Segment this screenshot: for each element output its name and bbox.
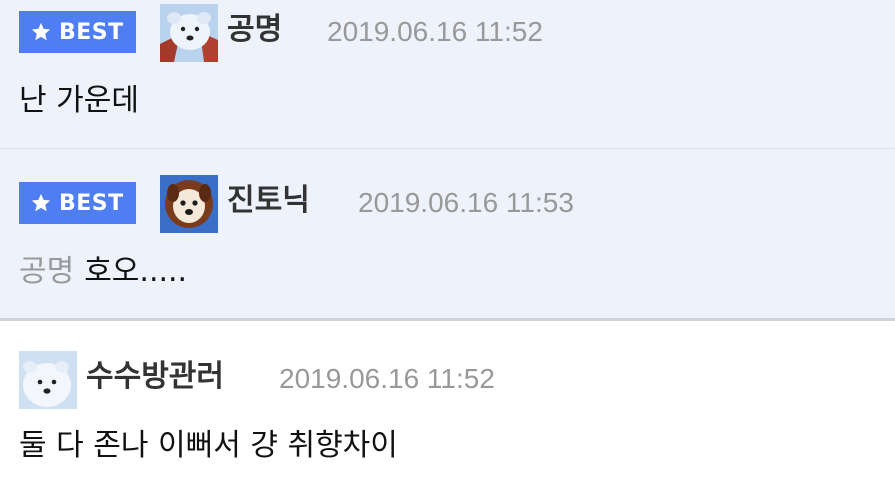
star-icon bbox=[31, 22, 51, 41]
comment-body: 호오..... bbox=[84, 254, 188, 289]
comment-text: 난 가운데 bbox=[19, 86, 139, 116]
nickname[interactable]: 진토닉 bbox=[227, 186, 310, 216]
nickname[interactable]: 수수방관러 bbox=[86, 362, 224, 392]
comment-date: 2019.06.16 11:53 bbox=[358, 187, 574, 218]
comment-text: 둘 다 존나 이뻐서 걍 취향차이 bbox=[19, 431, 398, 461]
reply-target[interactable]: 공명 bbox=[19, 254, 74, 289]
comment-date: 2019.06.16 11:52 bbox=[279, 363, 495, 394]
best-badge: BEST bbox=[19, 11, 136, 53]
comment-text: 공명 호오..... bbox=[19, 257, 187, 287]
avatar[interactable] bbox=[160, 4, 218, 62]
star-icon bbox=[31, 193, 51, 212]
nickname[interactable]: 공명 bbox=[227, 15, 282, 45]
comment-item: BEST 진토닉 2019.06.16 11:53 공명 호오..... bbox=[0, 149, 895, 321]
comment-body: 난 가운데 bbox=[19, 83, 139, 118]
best-label: BEST bbox=[59, 19, 124, 45]
comment-body: 둘 다 존나 이뻐서 걍 취향차이 bbox=[19, 428, 398, 463]
avatar[interactable] bbox=[19, 351, 77, 409]
comment-item: 수수방관러 2019.06.16 11:52 둘 다 존나 이뻐서 걍 취향차이 bbox=[0, 321, 895, 489]
avatar[interactable] bbox=[160, 175, 218, 233]
comment-item: BEST 공명 2019.06.16 11:52 난 가운데 bbox=[0, 0, 895, 149]
best-badge: BEST bbox=[19, 182, 136, 224]
best-label: BEST bbox=[59, 190, 124, 216]
comment-date: 2019.06.16 11:52 bbox=[327, 16, 543, 47]
